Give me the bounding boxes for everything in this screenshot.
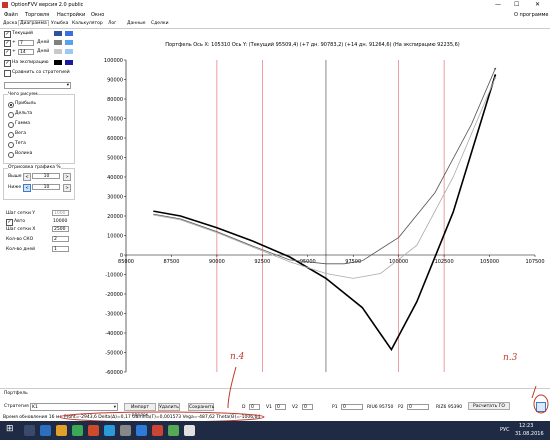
clock-date: 31.08.2016	[515, 431, 544, 437]
folder-icon[interactable]	[56, 425, 67, 436]
annotation-overlay	[59, 366, 549, 423]
app-icon-2[interactable]	[88, 425, 99, 436]
language-indicator[interactable]: РУС	[500, 427, 510, 433]
explorer-icon[interactable]	[40, 425, 51, 436]
optionfvv-taskbar-icon[interactable]	[184, 425, 195, 436]
browser-icon[interactable]	[72, 425, 83, 436]
app-icon-6[interactable]	[168, 425, 179, 436]
windows-start-icon[interactable]: ⊞	[6, 424, 14, 434]
search-icon[interactable]	[24, 425, 35, 436]
taskbar: ⊞ РУС 12:23 31.08.2016	[0, 421, 550, 440]
skype-icon[interactable]	[104, 425, 115, 436]
annotation-n3: n.3	[503, 353, 518, 363]
app-icon-3[interactable]	[120, 425, 131, 436]
clock-time: 12:23	[519, 423, 534, 429]
annotation-n4: n.4	[230, 352, 245, 362]
app-icon-4[interactable]	[136, 425, 147, 436]
app-icon-5[interactable]	[152, 425, 163, 436]
